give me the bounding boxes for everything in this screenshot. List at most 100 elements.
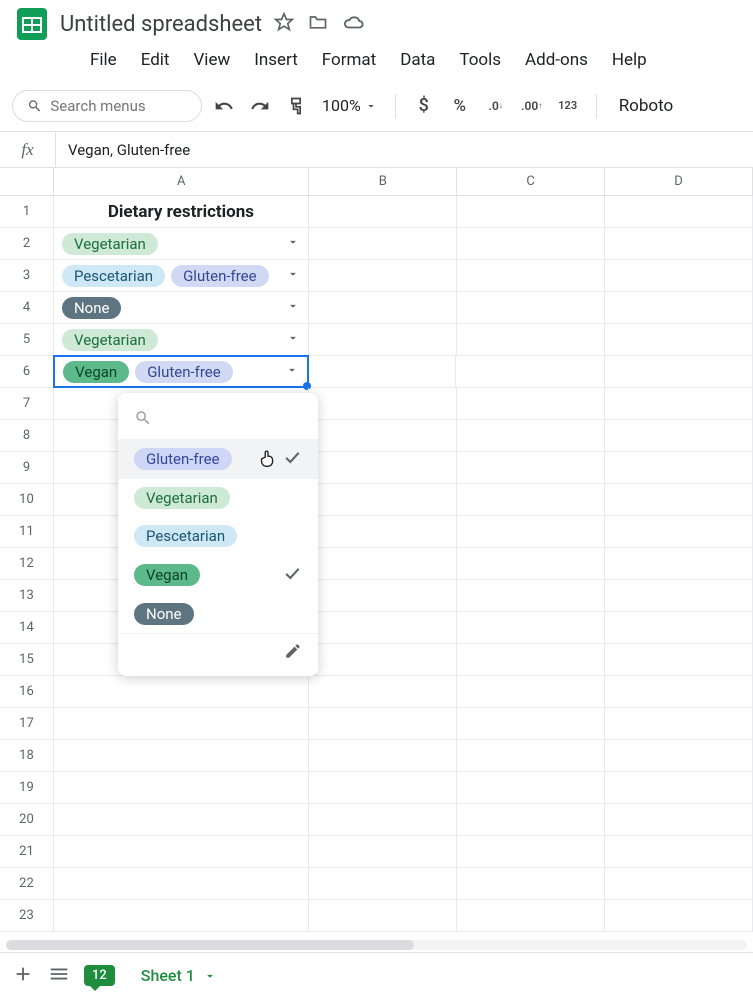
chevron-down-icon[interactable] bbox=[286, 267, 300, 285]
cell-C1[interactable] bbox=[457, 196, 605, 227]
cell-B11[interactable] bbox=[309, 516, 457, 547]
cell-C10[interactable] bbox=[457, 484, 605, 515]
cell-D21[interactable] bbox=[605, 836, 753, 867]
scrollbar-thumb[interactable] bbox=[6, 940, 414, 950]
row-header-2[interactable]: 2 bbox=[0, 228, 54, 259]
font-selector[interactable]: Roboto bbox=[611, 96, 682, 116]
cell-D23[interactable] bbox=[605, 900, 753, 931]
cell-A20[interactable] bbox=[54, 804, 309, 835]
cell-C3[interactable] bbox=[457, 260, 605, 291]
cell-B5[interactable] bbox=[309, 324, 457, 355]
cell-B8[interactable] bbox=[309, 420, 457, 451]
row-header-12[interactable]: 12 bbox=[0, 548, 54, 579]
cell-A22[interactable] bbox=[54, 868, 309, 899]
cell-B7[interactable] bbox=[309, 388, 457, 419]
search-input[interactable] bbox=[50, 97, 187, 115]
menu-help[interactable]: Help bbox=[602, 46, 657, 74]
cell-B18[interactable] bbox=[309, 740, 457, 771]
cell-A23[interactable] bbox=[54, 900, 309, 931]
popup-search[interactable] bbox=[118, 401, 318, 439]
cell-D12[interactable] bbox=[605, 548, 753, 579]
cell-C9[interactable] bbox=[457, 452, 605, 483]
row-header-3[interactable]: 3 bbox=[0, 260, 54, 291]
menu-file[interactable]: File bbox=[80, 46, 127, 74]
row-header-23[interactable]: 23 bbox=[0, 900, 54, 931]
cell-C21[interactable] bbox=[457, 836, 605, 867]
cell-A5[interactable]: Vegetarian bbox=[54, 324, 309, 355]
cell-D17[interactable] bbox=[605, 708, 753, 739]
cell-A16[interactable] bbox=[54, 676, 309, 707]
cell-D8[interactable] bbox=[605, 420, 753, 451]
cell-D10[interactable] bbox=[605, 484, 753, 515]
cell-A21[interactable] bbox=[54, 836, 309, 867]
row-header-5[interactable]: 5 bbox=[0, 324, 54, 355]
row-header-4[interactable]: 4 bbox=[0, 292, 54, 323]
row-header-20[interactable]: 20 bbox=[0, 804, 54, 835]
cell-C18[interactable] bbox=[457, 740, 605, 771]
cell-B14[interactable] bbox=[309, 612, 457, 643]
cell-B4[interactable] bbox=[309, 292, 457, 323]
cell-C19[interactable] bbox=[457, 772, 605, 803]
cell-D19[interactable] bbox=[605, 772, 753, 803]
menu-edit[interactable]: Edit bbox=[131, 46, 180, 74]
cell-A4[interactable]: None bbox=[54, 292, 309, 323]
menu-data[interactable]: Data bbox=[390, 46, 445, 74]
cell-D7[interactable] bbox=[605, 388, 753, 419]
row-header-16[interactable]: 16 bbox=[0, 676, 54, 707]
cell-C23[interactable] bbox=[457, 900, 605, 931]
menu-insert[interactable]: Insert bbox=[244, 46, 308, 74]
cell-B9[interactable] bbox=[309, 452, 457, 483]
cell-C22[interactable] bbox=[457, 868, 605, 899]
popup-option-pescetarian[interactable]: Pescetarian bbox=[118, 517, 318, 555]
cell-B17[interactable] bbox=[309, 708, 457, 739]
row-header-14[interactable]: 14 bbox=[0, 612, 54, 643]
row-header-1[interactable]: 1 bbox=[0, 196, 54, 227]
menu-add-ons[interactable]: Add-ons bbox=[515, 46, 598, 74]
col-header-A[interactable]: A bbox=[54, 168, 309, 195]
menu-view[interactable]: View bbox=[183, 46, 240, 74]
cell-B13[interactable] bbox=[309, 580, 457, 611]
cell-C15[interactable] bbox=[457, 644, 605, 675]
cell-C16[interactable] bbox=[457, 676, 605, 707]
col-header-C[interactable]: C bbox=[457, 168, 605, 195]
cell-D13[interactable] bbox=[605, 580, 753, 611]
cell-B20[interactable] bbox=[309, 804, 457, 835]
all-sheets-button[interactable] bbox=[48, 963, 70, 989]
row-header-6[interactable]: 6 bbox=[0, 356, 54, 387]
chevron-down-icon[interactable] bbox=[286, 299, 300, 317]
popup-option-vegan[interactable]: Vegan bbox=[118, 555, 318, 595]
chat-badge[interactable]: 12 bbox=[84, 965, 115, 986]
cell-B21[interactable] bbox=[309, 836, 457, 867]
row-header-8[interactable]: 8 bbox=[0, 420, 54, 451]
sheet-tab[interactable]: Sheet 1 bbox=[129, 960, 229, 991]
menu-tools[interactable]: Tools bbox=[449, 46, 511, 74]
cell-C7[interactable] bbox=[457, 388, 605, 419]
cell-C6[interactable] bbox=[456, 356, 604, 387]
cell-B22[interactable] bbox=[309, 868, 457, 899]
document-title[interactable]: Untitled spreadsheet bbox=[60, 12, 262, 37]
cell-B19[interactable] bbox=[309, 772, 457, 803]
popup-option-none[interactable]: None bbox=[118, 595, 318, 633]
cell-A1[interactable]: Dietary restrictions bbox=[54, 196, 309, 227]
redo-button[interactable] bbox=[246, 92, 274, 120]
row-header-21[interactable]: 21 bbox=[0, 836, 54, 867]
undo-button[interactable] bbox=[210, 92, 238, 120]
cell-D20[interactable] bbox=[605, 804, 753, 835]
cell-B15[interactable] bbox=[309, 644, 457, 675]
cell-D9[interactable] bbox=[605, 452, 753, 483]
percent-button[interactable]: % bbox=[446, 92, 474, 120]
horizontal-scrollbar[interactable] bbox=[6, 940, 747, 950]
row-header-13[interactable]: 13 bbox=[0, 580, 54, 611]
cell-D16[interactable] bbox=[605, 676, 753, 707]
row-header-17[interactable]: 17 bbox=[0, 708, 54, 739]
row-header-19[interactable]: 19 bbox=[0, 772, 54, 803]
cell-C12[interactable] bbox=[457, 548, 605, 579]
star-icon[interactable] bbox=[274, 12, 294, 37]
currency-button[interactable]: $ bbox=[410, 92, 438, 120]
cell-B23[interactable] bbox=[309, 900, 457, 931]
cell-A18[interactable] bbox=[54, 740, 309, 771]
cell-B10[interactable] bbox=[309, 484, 457, 515]
row-header-18[interactable]: 18 bbox=[0, 740, 54, 771]
number-format-button[interactable]: 123 bbox=[554, 92, 582, 120]
cell-A6[interactable]: VeganGluten-free bbox=[53, 355, 309, 388]
